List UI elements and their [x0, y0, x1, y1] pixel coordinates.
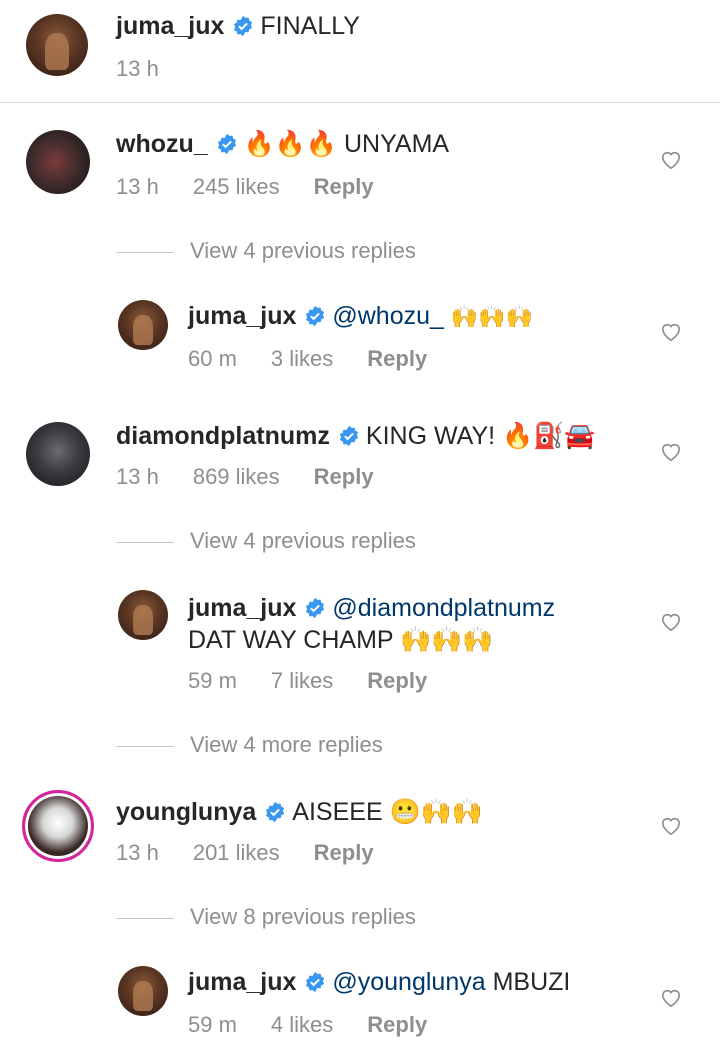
mention-link[interactable]: @younglunya — [332, 968, 485, 996]
view-previous-replies[interactable]: View 8 previous replies — [116, 904, 416, 930]
comment-text: 🔥🔥🔥 UNYAMA — [243, 130, 450, 158]
timestamp: 60 m — [188, 346, 237, 371]
likes-count[interactable]: 7 likes — [271, 668, 333, 694]
avatar[interactable] — [26, 14, 88, 76]
comment-text: AISEEE 😬🙌🙌 — [292, 798, 483, 826]
heart-outline-icon[interactable] — [660, 988, 682, 1008]
avatar-with-story-ring[interactable] — [22, 790, 94, 862]
view-more-replies[interactable]: View 4 more replies — [116, 732, 383, 758]
reply-button[interactable]: Reply — [367, 1012, 427, 1038]
caption-text: FINALLY — [260, 12, 360, 40]
username[interactable]: juma_jux — [116, 12, 224, 40]
reply-button[interactable]: Reply — [367, 668, 427, 694]
reply-button[interactable]: Reply — [314, 174, 374, 200]
reply-button[interactable]: Reply — [367, 346, 427, 372]
heart-outline-icon[interactable] — [660, 322, 682, 342]
timestamp: 59 m — [188, 1012, 237, 1037]
reply-text: DAT WAY CHAMP 🙌🙌🙌 — [188, 626, 494, 654]
verified-badge-icon — [234, 15, 253, 37]
timestamp: 13 h — [116, 840, 159, 865]
avatar[interactable] — [118, 590, 168, 640]
likes-count[interactable]: 245 likes — [193, 174, 280, 200]
username[interactable]: juma_jux — [188, 302, 296, 330]
heart-outline-icon[interactable] — [660, 612, 682, 632]
reply-button[interactable]: Reply — [314, 464, 374, 490]
mention-link[interactable]: @whozu_ — [332, 302, 444, 330]
verified-badge-icon — [306, 305, 325, 327]
verified-badge-icon — [306, 971, 325, 993]
avatar[interactable] — [118, 300, 168, 350]
comment-text: KING WAY! 🔥⛽🚘 — [365, 422, 596, 450]
heart-outline-icon[interactable] — [660, 442, 682, 462]
avatar[interactable] — [26, 130, 90, 194]
username[interactable]: juma_jux — [188, 968, 296, 996]
view-previous-replies[interactable]: View 4 previous replies — [116, 238, 416, 264]
divider — [0, 102, 720, 103]
view-previous-replies[interactable]: View 4 previous replies — [116, 528, 416, 554]
avatar[interactable] — [26, 422, 90, 486]
heart-outline-icon[interactable] — [660, 816, 682, 836]
avatar[interactable] — [118, 966, 168, 1016]
verified-badge-icon — [266, 801, 285, 823]
username[interactable]: younglunya — [116, 798, 256, 826]
timestamp: 13 h — [116, 174, 159, 199]
username[interactable]: whozu_ — [116, 130, 208, 158]
username[interactable]: juma_jux — [188, 594, 296, 622]
verified-badge-icon — [306, 597, 325, 619]
reply-text: 🙌🙌🙌 — [450, 305, 534, 330]
verified-badge-icon — [339, 425, 358, 447]
reply-text: MBUZI — [492, 968, 571, 996]
likes-count[interactable]: 4 likes — [271, 1012, 333, 1038]
caption: juma_jux FINALLY 13 h — [0, 0, 720, 102]
likes-count[interactable]: 869 likes — [193, 464, 280, 490]
username[interactable]: diamondplatnumz — [116, 422, 330, 450]
timestamp: 59 m — [188, 668, 237, 693]
mention-link[interactable]: @diamondplatnumz — [332, 594, 555, 622]
timestamp: 13 h — [116, 464, 159, 489]
timestamp: 13 h — [116, 56, 159, 81]
reply-button[interactable]: Reply — [314, 840, 374, 866]
likes-count[interactable]: 201 likes — [193, 840, 280, 866]
likes-count[interactable]: 3 likes — [271, 346, 333, 372]
heart-outline-icon[interactable] — [660, 150, 682, 170]
verified-badge-icon — [217, 133, 236, 155]
